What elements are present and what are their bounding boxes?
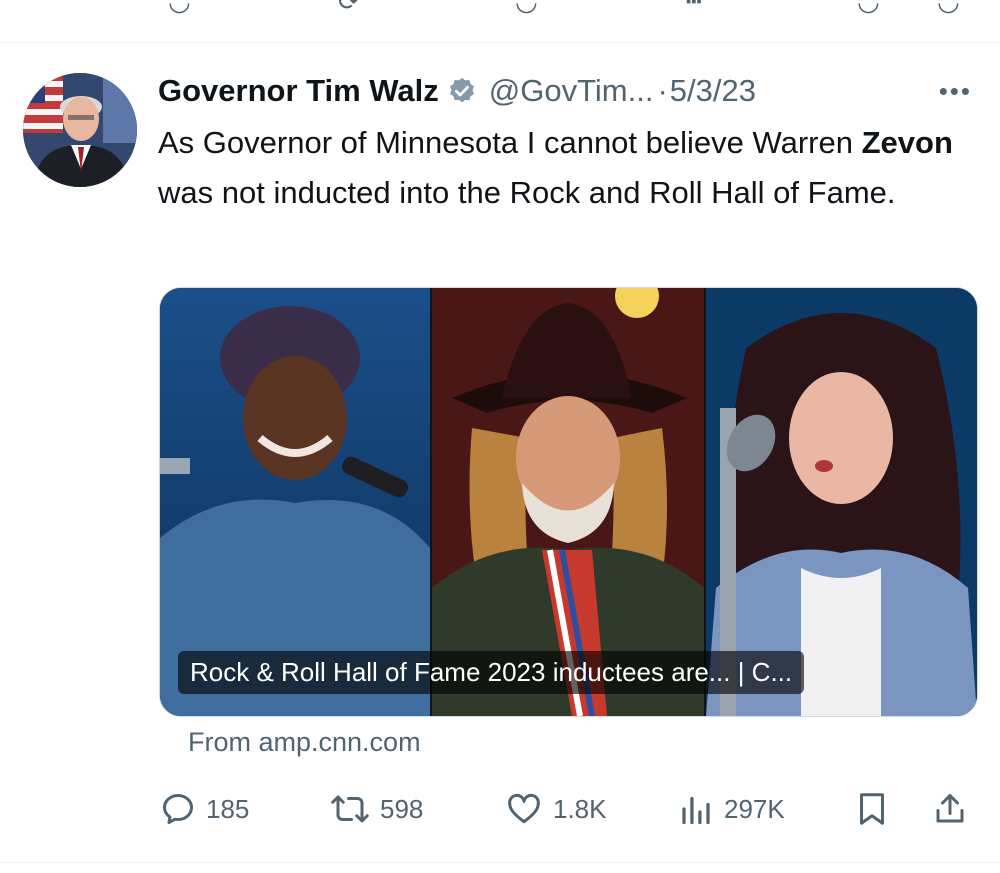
reply-button[interactable]: 185 [160,786,249,832]
bookmark-icon [855,791,889,827]
reply-icon [160,791,196,827]
verified-badge-icon [447,76,477,106]
previous-tweet-actions: ◡ ⟳ ◡ ┅ ◡ ◡ [0,0,1000,16]
link-card[interactable]: Rock & Roll Hall of Fame 2023 inductees … [159,287,978,717]
tweet-action-bar: 185 598 1.8K 297K [0,786,1000,832]
date-separator: · [657,73,668,108]
bottom-divider [0,862,1000,863]
more-options-icon[interactable]: ••• [939,76,972,107]
share-icon[interactable]: ◡ [937,0,960,17]
bookmark-icon[interactable]: ◡ [857,0,880,17]
views-icon[interactable]: ┅ [686,0,702,17]
views-icon [678,791,714,827]
reply-icon[interactable]: ◡ [168,0,191,17]
tweet-text: As Governor of Minnesota I cannot believ… [158,118,968,218]
tweet-text-bold: Zevon [861,125,953,160]
top-divider [0,42,1000,43]
tweet-header: Governor Tim Walz @GovTim... · 5/3/23 [158,70,756,112]
author-name[interactable]: Governor Tim Walz [158,73,439,109]
card-source[interactable]: From amp.cnn.com [188,727,421,758]
views-count: 297K [724,793,785,824]
avatar[interactable] [23,73,137,187]
bookmark-button[interactable] [855,786,889,832]
tweet-text-start: As Governor of Minnesota I cannot believ… [158,125,862,160]
share-icon [932,791,968,827]
retweet-count: 598 [380,793,424,824]
retweet-icon[interactable]: ⟳ [338,0,360,17]
tweet-date[interactable]: 5/3/23 [670,73,756,109]
heart-icon [505,791,543,827]
tweet-text-end: was not inducted into the Rock and Roll … [158,175,896,210]
heart-icon[interactable]: ◡ [515,0,538,17]
retweet-icon [330,791,370,827]
like-count: 1.8K [553,793,607,824]
views-button[interactable]: 297K [678,786,785,832]
card-caption[interactable]: Rock & Roll Hall of Fame 2023 inductees … [178,651,805,694]
like-button[interactable]: 1.8K [505,786,607,832]
share-button[interactable] [932,786,968,832]
author-handle[interactable]: @GovTim... [489,73,654,109]
reply-count: 185 [206,793,250,824]
retweet-button[interactable]: 598 [330,786,423,832]
